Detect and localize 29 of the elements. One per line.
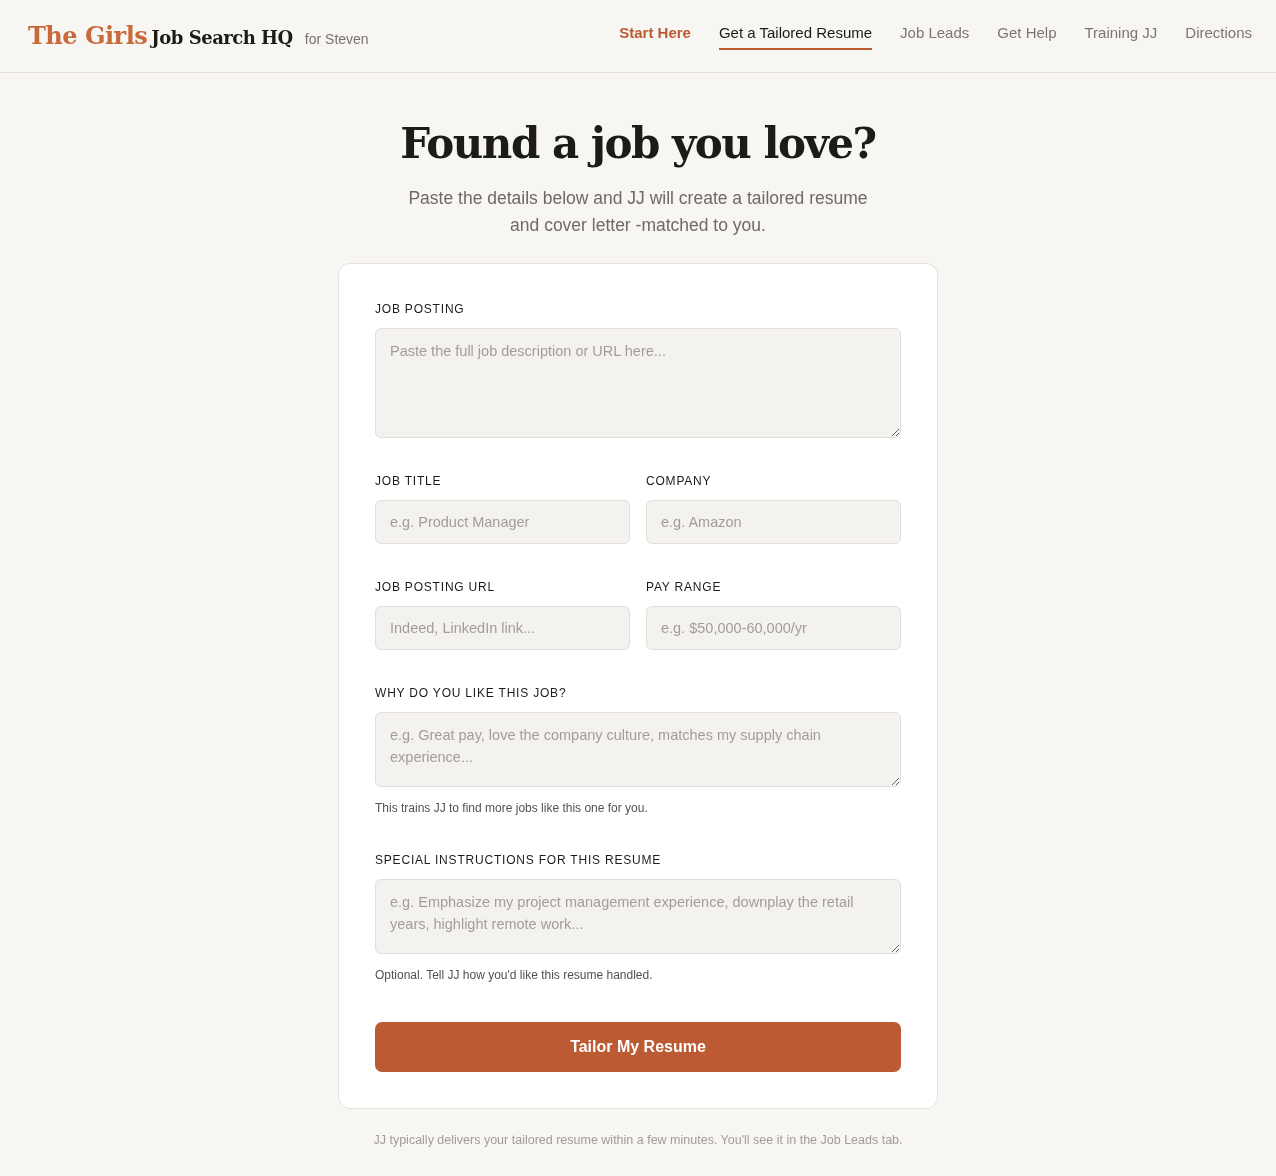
delivery-note: JJ typically delivers your tailored resume within a few minutes. You'll see it in the Job Leads tab. bbox=[373, 1132, 903, 1150]
nav-link[interactable]: Get Help bbox=[997, 22, 1057, 50]
tailor-resume-button[interactable]: Tailor My Resume bbox=[375, 1022, 901, 1073]
nav-link[interactable]: Directions bbox=[1185, 22, 1252, 50]
page-heading: Found a job you love? bbox=[400, 119, 876, 170]
nav-link[interactable]: Job Leads bbox=[900, 22, 970, 50]
field-label: COMPANY bbox=[646, 473, 713, 491]
input-field[interactable]: e.g. $50,000-60,000/yr bbox=[646, 606, 901, 651]
text-area[interactable]: e.g. Emphasize my project management experience, downplay the retail years, highlight remote work... bbox=[375, 879, 901, 955]
input-field[interactable]: Indeed, LinkedIn link... bbox=[375, 606, 630, 651]
intro-text: Paste the details below and JJ will create a tailored resume and cover letter -matched to you. bbox=[408, 187, 868, 238]
nav-link[interactable]: Training JJ bbox=[1084, 22, 1158, 50]
field-label: WHY DO YOU LIKE THIS JOB? bbox=[375, 685, 568, 703]
input-field[interactable]: e.g. Product Manager bbox=[375, 500, 630, 545]
user-greeting: for Steven bbox=[304, 30, 369, 49]
field-label: JOB TITLE bbox=[375, 473, 443, 491]
help-text: Optional. Tell JJ how you'd like this resume handled. bbox=[375, 967, 654, 985]
text-area[interactable]: Paste the full job description or URL here... bbox=[375, 328, 901, 439]
help-text: This trains JJ to find more jobs like this one for you. bbox=[375, 800, 649, 818]
nav-link[interactable]: Start Here bbox=[619, 22, 691, 50]
text-area[interactable]: e.g. Great pay, love the company culture, matches my supply chain experience... bbox=[375, 712, 901, 788]
input-field[interactable]: e.g. Amazon bbox=[646, 500, 901, 545]
brand-name: Job Search HQ bbox=[151, 26, 293, 50]
field-label: JOB POSTING URL bbox=[375, 579, 497, 597]
brand-logo-text: The Girls bbox=[28, 20, 148, 52]
field-label: PAY RANGE bbox=[646, 579, 723, 597]
field-label: JOB POSTING bbox=[375, 301, 466, 319]
nav-link[interactable]: Get a Tailored Resume bbox=[718, 22, 873, 50]
field-label: SPECIAL INSTRUCTIONS FOR THIS RESUME bbox=[375, 852, 663, 870]
